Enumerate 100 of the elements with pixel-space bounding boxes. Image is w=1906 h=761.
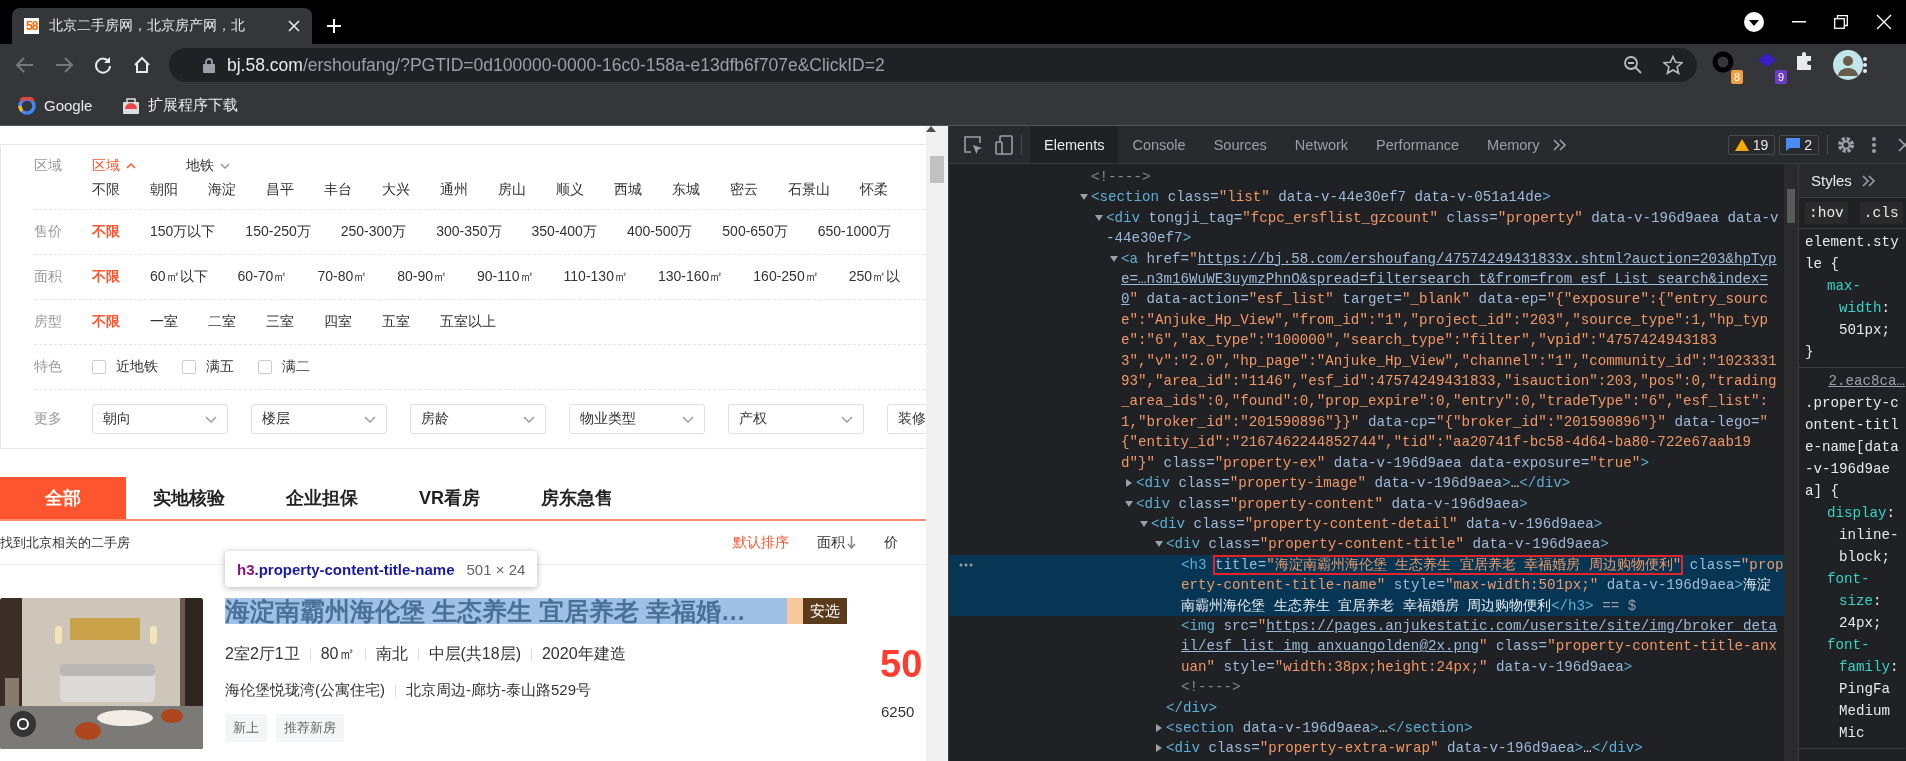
dom-node[interactable]: <div class="property-content" data-v-196d9aea> (1136, 493, 1784, 514)
back-icon[interactable] (16, 57, 34, 73)
devtools-tab[interactable]: Elements (1030, 126, 1119, 163)
collapsed-triangle-icon[interactable] (1155, 723, 1163, 732)
home-icon[interactable] (133, 56, 151, 74)
filter-option[interactable]: 650-1000万 (817, 223, 891, 241)
scrollbar-thumb[interactable] (1787, 189, 1795, 223)
filter-option[interactable]: 250㎡以 (848, 268, 901, 286)
expanded-triangle-icon[interactable] (1080, 193, 1088, 202)
filter-option[interactable]: 密云 (730, 181, 758, 199)
list-tab[interactable]: 实地核验 (153, 477, 225, 519)
filter-option[interactable]: 四室 (324, 313, 352, 331)
chevron-down-icon[interactable] (682, 415, 694, 423)
minimize-icon[interactable] (1792, 21, 1806, 23)
dom-node[interactable]: <!----> (1091, 167, 1784, 188)
dom-node[interactable]: <a href="https://bj.58.com/ershoufang/47574249431833x.shtml?auction=203&hpType=…n3m16WuWE3uymzPhnO&spread=filtersearch_t&from=from_esf_List_search&index=0" data-action="esf_list" target="_blank" data-ep="{"exposure":{"entry_source":"Anjuke_Hp_View","from_id":"1","project_id":"203","source_type":1,"hp_type":"6","ax_type":"100000","search_type":"filter","vpid":"47574249431833","v":"2.0","hp_page":"Anjuke_Hp_View","channel":"1","community_id":"102333193","area_id":"1146","esf_id":47574249431833,"isauction":203,"pos":0,"trading_area_ids":0,"found":0,"prop_expire":0,"entry":0,"tradeType":"6","esf_list":1,"broker_id":"201590896"}}" data-cp="{"broker_id":"201590896"}" data-lego="{"entity_id":"2167462244852744","tid":"aa20741f-bc58-4d64-ba80-722e67aab19d"}" class="property-ex" data-v-196d9aea data-exposure="true"> (1121, 248, 1784, 474)
checkbox[interactable] (182, 360, 196, 374)
filter-option[interactable]: 一室 (150, 313, 178, 331)
filter-option[interactable]: 大兴 (382, 181, 410, 199)
star-icon[interactable] (1663, 55, 1683, 75)
more-menu-icon[interactable] (1872, 135, 1876, 154)
more-dots-icon[interactable] (959, 562, 973, 567)
checkbox[interactable] (258, 360, 272, 374)
filter-option[interactable]: 350-400万 (531, 223, 597, 241)
chevron-down-icon[interactable] (523, 415, 535, 423)
ring-extension-icon[interactable] (1711, 50, 1735, 74)
new-tab-icon[interactable] (326, 18, 342, 34)
chevron-down-icon[interactable] (205, 415, 217, 423)
collapsed-triangle-icon[interactable] (1155, 744, 1163, 753)
dom-node[interactable]: <div class="property-extra-wrap" data-v-196d9aea>…</div> (1166, 738, 1784, 759)
device-icon[interactable] (995, 134, 1013, 155)
filter-option[interactable]: 二室 (208, 313, 236, 331)
filter-option[interactable]: 90-110㎡ (477, 268, 534, 286)
restore-icon[interactable] (1834, 15, 1848, 29)
warning-icon[interactable] (1734, 138, 1749, 151)
dom-node[interactable]: <div tongji_tag="fcpc_ersflist_gzcount" class="property" data-v-196d9aea data-v-44e30ef7> (1106, 207, 1784, 249)
checkbox[interactable] (92, 360, 106, 374)
dom-node[interactable]: <section data-v-196d9aea>…</section> (1166, 717, 1784, 739)
bag-icon[interactable] (122, 96, 141, 115)
filter-option[interactable]: 60㎡以下 (150, 268, 208, 286)
filter-option[interactable]: 东城 (672, 181, 700, 199)
filter-option[interactable]: 丰台 (324, 181, 352, 199)
filter-option[interactable]: 150万以下 (150, 223, 216, 241)
filter-option[interactable]: 250-300万 (340, 223, 407, 241)
filter-option[interactable]: 房山 (498, 181, 526, 199)
dom-node[interactable]: <div class="property-image" data-v-196d9aea>…</div> (1136, 473, 1784, 494)
bookmark[interactable]: 扩展程序下载 (148, 96, 239, 115)
filter-option[interactable]: 五室 (382, 313, 410, 331)
messages-counter[interactable]: 2 (1779, 134, 1819, 155)
filter-dropdown[interactable]: 楼层 (251, 404, 387, 434)
stylesheet-link[interactable]: 2.eac8ca… (1805, 370, 1905, 392)
listing-address[interactable]: 海伦堡悦珑湾(公寓住宅) (225, 681, 385, 700)
expanded-triangle-icon[interactable] (1095, 213, 1103, 222)
filter-option[interactable]: 300-350万 (436, 223, 502, 241)
chevron-down-icon[interactable] (364, 415, 376, 423)
filter-option[interactable]: 110-130㎡ (563, 268, 628, 286)
filter-option[interactable]: 通州 (440, 181, 468, 199)
caret-down-icon[interactable] (220, 163, 230, 169)
collapsed-triangle-icon[interactable] (1125, 479, 1133, 488)
filter-dropdown[interactable]: 朝向 (92, 404, 228, 434)
filter-dropdown[interactable]: 产权 (728, 404, 864, 434)
avatar-icon[interactable] (1833, 50, 1863, 80)
more-tabs-icon[interactable] (1861, 174, 1876, 187)
zoom-out-icon[interactable] (1623, 55, 1643, 75)
inspect-icon[interactable] (963, 134, 983, 155)
devtools-tab[interactable]: Sources (1199, 126, 1281, 163)
filter-option[interactable]: 朝阳 (150, 181, 178, 199)
filter-option[interactable]: 西城 (614, 181, 642, 199)
filter-option[interactable]: 60-70㎡ (237, 268, 288, 286)
filter-tab[interactable]: 地铁 (186, 157, 230, 175)
reload-icon[interactable] (94, 56, 112, 74)
filter-option[interactable]: 160-250㎡ (753, 268, 819, 286)
filter-option[interactable]: 70-80㎡ (317, 268, 368, 286)
filter-option[interactable]: 怀柔 (860, 181, 888, 199)
dom-node[interactable]: <h3 title="海淀南霸州海伦堡 生态养生 宜居养老 幸福婚房 周边购物便利" class="property-content-title-name" style="max-width:501px;" data-v-196d9aea>海淀南霸州海伦堡 生态养生 宜居养老 幸福婚房 周边购物便利</h3> == $ (1181, 554, 1784, 616)
caret-up-icon[interactable] (126, 163, 136, 169)
sort-option[interactable]: 面积 (817, 533, 856, 552)
filter-dropdown[interactable]: 物业类型 (569, 404, 705, 434)
down-arrow-icon[interactable] (847, 536, 856, 549)
filter-option[interactable]: 150-250万 (245, 223, 311, 241)
filter-option[interactable]: 三室 (266, 313, 294, 331)
filter-option[interactable]: 130-160㎡ (657, 268, 724, 286)
bookmark[interactable]: Google (44, 97, 93, 114)
filter-option[interactable]: 80-90㎡ (397, 268, 447, 286)
filter-option[interactable]: 五室以上 (440, 313, 496, 331)
scrollbar-thumb[interactable] (930, 156, 944, 183)
lock-icon[interactable] (203, 57, 215, 73)
list-tab[interactable]: 企业担保 (286, 477, 358, 519)
expanded-triangle-icon[interactable] (1110, 254, 1118, 263)
more-menu-icon[interactable] (1863, 56, 1867, 74)
filter-option[interactable]: 400-500万 (626, 223, 693, 241)
filter-dropdown[interactable]: 房龄 (410, 404, 546, 434)
forward-icon[interactable] (55, 57, 73, 73)
dom-node[interactable]: <div class="property-content-title" data-v-196d9aea> (1166, 534, 1784, 555)
list-tab[interactable]: VR看房 (419, 477, 480, 519)
listing-address[interactable]: 北京周边-廊坊-泰山路529号 (406, 681, 592, 700)
dropdown-circle-icon[interactable] (1744, 12, 1764, 32)
browser-tab[interactable]: 58 北京二手房网，北京房产网，北 (12, 8, 312, 44)
devtools-tab[interactable]: Network (1280, 126, 1363, 163)
address-bar[interactable]: bj.58.com/ershoufang/?PGTID=0d100000-0000-16c0-158a-e13dfb6f707e&ClickID=2 (169, 48, 1697, 82)
